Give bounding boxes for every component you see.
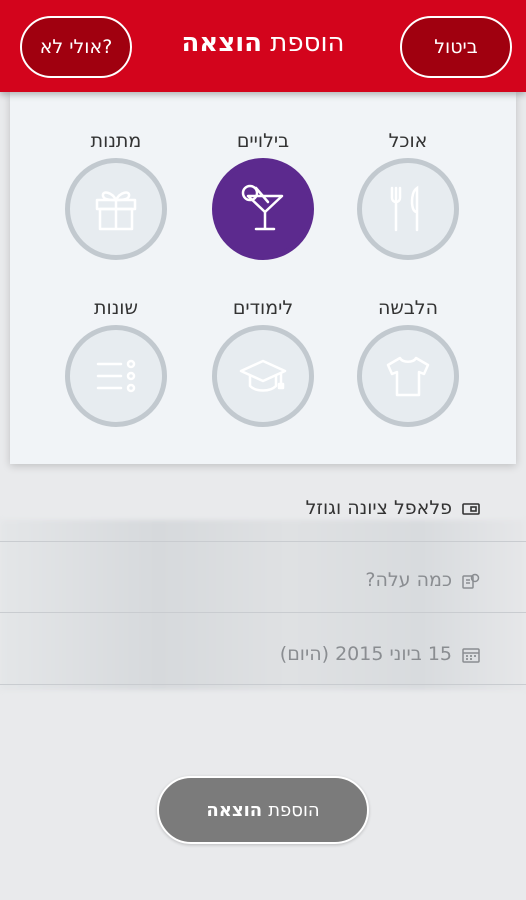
divider bbox=[0, 612, 526, 613]
coins-icon bbox=[462, 573, 480, 589]
cancel-label: ביטול bbox=[434, 36, 478, 58]
tag-icon bbox=[462, 501, 480, 515]
category-circle[interactable] bbox=[212, 325, 314, 427]
category-label: בילויים bbox=[236, 130, 290, 152]
cocktail-icon bbox=[241, 184, 284, 231]
category-circle[interactable] bbox=[357, 325, 459, 427]
list-icon bbox=[96, 359, 136, 393]
fork-knife-icon bbox=[390, 185, 419, 232]
category-label: שונות bbox=[94, 297, 138, 319]
category-entertainment[interactable]: בילויים bbox=[188, 128, 338, 260]
divider bbox=[0, 684, 526, 685]
maybe-not-button[interactable]: אולי לא? bbox=[20, 16, 132, 78]
maybe-not-label: אולי לא? bbox=[39, 36, 113, 58]
category-studies[interactable]: לימודים bbox=[188, 295, 338, 427]
amount-field[interactable]: כמה עלה? bbox=[20, 560, 480, 600]
app-header: אולי לא? הוספת הוצאה ביטול bbox=[0, 0, 526, 92]
category-label: אוכל bbox=[388, 130, 428, 152]
category-circle[interactable] bbox=[357, 158, 459, 260]
add-expense-button[interactable]: הוספת הוצאה bbox=[157, 776, 369, 844]
shirt-icon bbox=[386, 356, 430, 397]
category-label: לימודים bbox=[232, 297, 294, 319]
divider bbox=[0, 541, 526, 542]
category-clothing[interactable]: הלבשה bbox=[333, 295, 483, 427]
category-circle[interactable] bbox=[212, 158, 314, 260]
description-value: פלאפל ציונה וגוזל bbox=[305, 497, 452, 519]
title-bold: הוצאה bbox=[181, 28, 262, 58]
category-gifts[interactable]: מתנות bbox=[41, 128, 191, 260]
category-circle[interactable] bbox=[65, 325, 167, 427]
category-label: מתנות bbox=[90, 130, 142, 152]
category-misc[interactable]: שונות bbox=[41, 295, 191, 427]
add-expense-regular: הוספת bbox=[268, 799, 320, 821]
graduation-cap-icon bbox=[239, 359, 287, 392]
cancel-button[interactable]: ביטול bbox=[400, 16, 512, 78]
page-title: הוספת הוצאה bbox=[140, 28, 386, 58]
calendar-icon bbox=[462, 647, 480, 663]
title-regular: הוספת bbox=[270, 28, 345, 58]
date-value: 15 ביוני 2015 (היום) bbox=[279, 643, 452, 665]
category-food[interactable]: אוכל bbox=[333, 128, 483, 260]
date-field[interactable]: 15 ביוני 2015 (היום) bbox=[20, 634, 480, 674]
description-field[interactable]: פלאפל ציונה וגוזל bbox=[20, 488, 480, 528]
gift-icon bbox=[95, 191, 137, 231]
category-circle[interactable] bbox=[65, 158, 167, 260]
amount-placeholder: כמה עלה? bbox=[365, 569, 452, 591]
category-panel: אוכל בילויים מתנות הלבשה לימודים שונות bbox=[10, 92, 516, 464]
add-expense-bold: הוצאה bbox=[206, 799, 263, 821]
category-label: הלבשה bbox=[377, 297, 439, 319]
